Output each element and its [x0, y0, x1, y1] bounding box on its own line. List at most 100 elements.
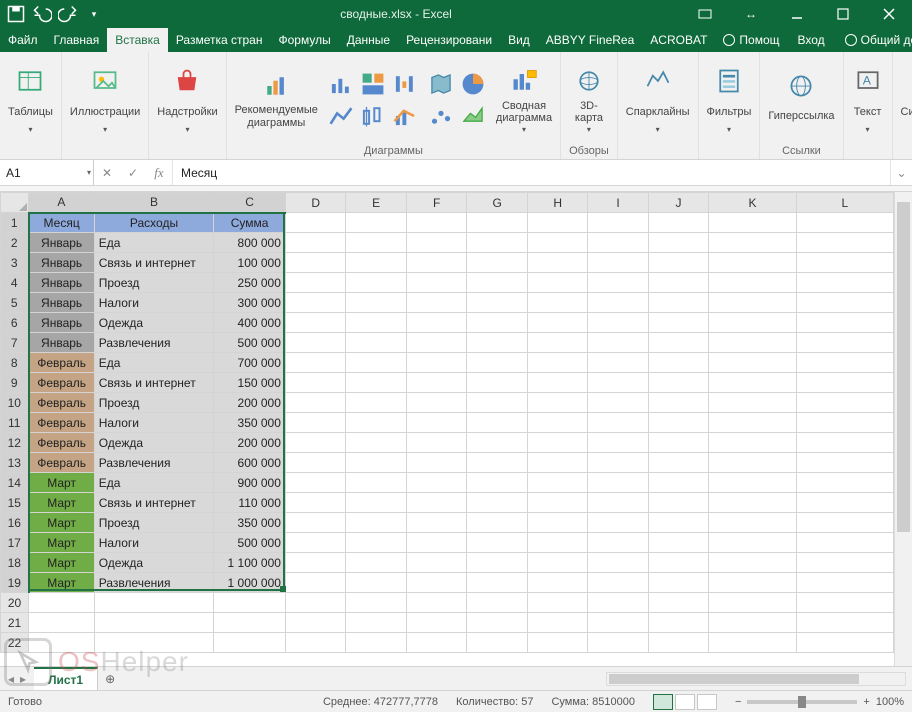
cell[interactable] — [467, 633, 528, 653]
cell[interactable] — [285, 493, 346, 513]
cell[interactable] — [214, 613, 286, 633]
cell[interactable] — [709, 233, 797, 253]
cell[interactable] — [796, 493, 893, 513]
pivot-chart-button[interactable]: Сводная диаграмма▾ — [496, 65, 552, 134]
enter-formula-icon[interactable]: ✓ — [120, 166, 146, 180]
row-header[interactable]: 5 — [1, 293, 29, 313]
cell[interactable]: Связь и интернет — [94, 373, 214, 393]
row-header[interactable]: 22 — [1, 633, 29, 653]
cell[interactable] — [406, 373, 466, 393]
cell[interactable] — [285, 393, 346, 413]
name-box[interactable]: A1▾ — [0, 160, 94, 185]
cell[interactable] — [406, 533, 466, 553]
cell[interactable] — [796, 373, 893, 393]
cell[interactable] — [346, 493, 406, 513]
cell[interactable] — [467, 273, 528, 293]
row-header[interactable]: 7 — [1, 333, 29, 353]
cell[interactable] — [648, 333, 708, 353]
cell[interactable]: Февраль — [29, 433, 95, 453]
cell[interactable] — [709, 313, 797, 333]
sheet-nav[interactable]: ◂▸ — [0, 667, 34, 690]
cell[interactable] — [648, 553, 708, 573]
cell[interactable] — [285, 353, 346, 373]
cell[interactable] — [467, 573, 528, 593]
cell[interactable] — [527, 533, 588, 553]
cell[interactable] — [648, 573, 708, 593]
cell[interactable] — [796, 413, 893, 433]
column-header-K[interactable]: K — [709, 193, 797, 213]
line-chart-icon[interactable] — [328, 103, 354, 129]
column-chart-icon[interactable] — [328, 71, 354, 97]
cell[interactable] — [285, 593, 346, 613]
cell[interactable] — [588, 533, 648, 553]
hyperlink-button[interactable]: Гиперссылка — [768, 70, 834, 130]
illustrations-button[interactable]: Иллюстрации▾ — [70, 65, 140, 134]
cell[interactable] — [648, 353, 708, 373]
cell[interactable] — [709, 573, 797, 593]
cell[interactable]: 300 000 — [214, 293, 286, 313]
cell[interactable]: Январь — [29, 333, 95, 353]
cell[interactable] — [467, 373, 528, 393]
cell[interactable] — [285, 613, 346, 633]
cell[interactable]: Налоги — [94, 533, 214, 553]
cell[interactable] — [648, 213, 708, 233]
3dmap-button[interactable]: 3D- карта▾ — [573, 65, 605, 134]
row-header[interactable]: 13 — [1, 453, 29, 473]
cell[interactable]: Февраль — [29, 353, 95, 373]
cell[interactable] — [648, 393, 708, 413]
row-header[interactable]: 12 — [1, 433, 29, 453]
cell[interactable] — [588, 413, 648, 433]
cell[interactable] — [346, 453, 406, 473]
zoom-out-icon[interactable]: − — [735, 696, 741, 708]
cell[interactable] — [588, 493, 648, 513]
cell[interactable] — [709, 533, 797, 553]
cell[interactable] — [527, 373, 588, 393]
cell[interactable] — [527, 333, 588, 353]
cell[interactable] — [709, 593, 797, 613]
cell[interactable] — [467, 553, 528, 573]
cell[interactable]: Январь — [29, 233, 95, 253]
cell[interactable] — [588, 313, 648, 333]
cell[interactable] — [346, 293, 406, 313]
cell[interactable] — [285, 213, 346, 233]
cell[interactable]: Развлечения — [94, 573, 214, 593]
close-icon[interactable] — [866, 0, 912, 28]
share-button[interactable]: Общий доступ — [835, 28, 912, 52]
cell[interactable] — [709, 333, 797, 353]
cell[interactable] — [406, 293, 466, 313]
cell[interactable] — [346, 353, 406, 373]
row-header[interactable]: 15 — [1, 493, 29, 513]
cell[interactable] — [527, 473, 588, 493]
cell[interactable]: Одежда — [94, 433, 214, 453]
cell[interactable] — [214, 593, 286, 613]
cell[interactable] — [709, 273, 797, 293]
cell[interactable] — [346, 273, 406, 293]
scroll-thumb[interactable] — [609, 674, 859, 684]
cell[interactable] — [796, 573, 893, 593]
cell[interactable] — [467, 533, 528, 553]
cell[interactable] — [527, 553, 588, 573]
cell[interactable] — [588, 233, 648, 253]
cell[interactable] — [588, 293, 648, 313]
cell[interactable] — [346, 553, 406, 573]
cell[interactable] — [588, 353, 648, 373]
combo-chart-icon[interactable] — [392, 103, 418, 129]
cell[interactable] — [796, 333, 893, 353]
cell[interactable] — [588, 573, 648, 593]
cell[interactable] — [527, 433, 588, 453]
qat-customize-icon[interactable]: ▾ — [84, 4, 104, 24]
cell[interactable] — [527, 353, 588, 373]
cell[interactable] — [406, 253, 466, 273]
new-sheet-icon[interactable]: ⊕ — [98, 667, 122, 690]
cell[interactable] — [588, 393, 648, 413]
column-header-C[interactable]: C — [214, 193, 286, 213]
cell[interactable]: Развлечения — [94, 453, 214, 473]
tables-button[interactable]: Таблицы▾ — [8, 65, 53, 134]
cell[interactable] — [285, 313, 346, 333]
column-header-F[interactable]: F — [406, 193, 466, 213]
cell[interactable] — [346, 413, 406, 433]
cell[interactable] — [94, 633, 214, 653]
cell[interactable]: Март — [29, 513, 95, 533]
cell[interactable]: Январь — [29, 313, 95, 333]
cell[interactable] — [527, 233, 588, 253]
